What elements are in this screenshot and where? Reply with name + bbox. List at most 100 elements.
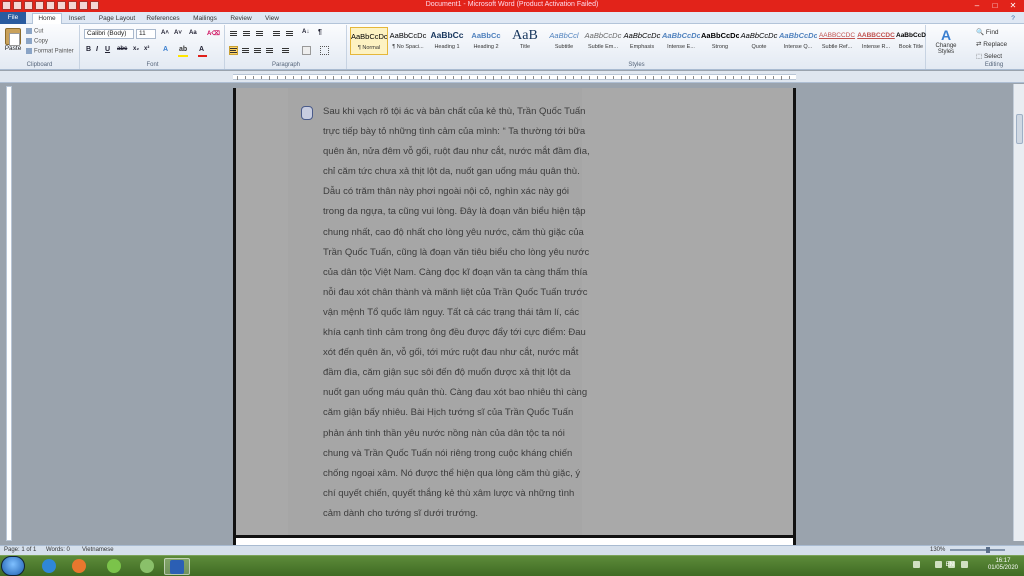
style-heading-2[interactable]: AaBbCc Heading 2 — [467, 27, 505, 55]
subscript-button[interactable]: x₂ — [133, 46, 139, 52]
sort-icon[interactable]: A↓ — [302, 29, 309, 35]
style-no-spacing[interactable]: AaBbCcDc ¶ No Spaci... — [389, 27, 427, 55]
ie-icon[interactable] — [36, 558, 62, 575]
clipboard-label: Clipboard — [26, 62, 53, 68]
replace-button[interactable]: ⇄ Replace — [976, 40, 1007, 48]
shrink-font-icon[interactable]: A˅ — [174, 30, 182, 36]
select-button[interactable]: ⬚ Select — [976, 52, 1002, 60]
vertical-scrollbar[interactable] — [1013, 84, 1024, 541]
copy-button[interactable]: Copy — [26, 38, 48, 45]
style-normal[interactable]: AaBbCcDc ¶ Normal — [350, 27, 388, 55]
clock[interactable]: 16:17 01/05/2020 — [988, 558, 1018, 572]
multilevel-list-icon[interactable] — [255, 29, 264, 38]
close-button[interactable]: ✕ — [1006, 1, 1020, 10]
italic-button[interactable]: I — [96, 46, 98, 53]
find-button[interactable]: 🔍 Find — [976, 28, 999, 36]
tab-mailings[interactable]: Mailings — [190, 14, 220, 24]
text-effects-icon[interactable]: A — [163, 46, 168, 53]
tab-references[interactable]: References — [145, 14, 181, 24]
text-line: Trần Quốc Tuấn, cũng là đoạn văn tiêu bi… — [323, 246, 590, 258]
underline-button[interactable]: U — [105, 46, 110, 53]
grow-font-icon[interactable]: A˄ — [161, 30, 169, 36]
borders-icon[interactable] — [320, 46, 329, 55]
increase-indent-icon[interactable] — [285, 29, 294, 38]
zoom-slider[interactable] — [950, 549, 1005, 551]
style-title[interactable]: AaB Title — [506, 27, 544, 55]
bold-button[interactable]: B — [86, 46, 91, 53]
font-size-select[interactable]: 11 — [136, 29, 156, 39]
superscript-button[interactable]: x² — [144, 46, 149, 52]
tab-review[interactable]: Review — [228, 14, 254, 24]
tray-arrow-icon[interactable] — [913, 561, 920, 568]
text-line: cảm dành cho tướng sĩ dưới trướng. — [323, 507, 479, 519]
minimize-button[interactable]: – — [970, 1, 984, 10]
decrease-indent-icon[interactable] — [272, 29, 281, 38]
numbering-icon[interactable] — [242, 29, 251, 38]
tab-page-layout[interactable]: Page Layout — [97, 14, 137, 24]
style-subtle-reference[interactable]: AABBCCDC Subtle Ref... — [818, 27, 856, 55]
inserted-text-image[interactable]: Sau khi vạch rõ tội ác và bản chất của k… — [288, 88, 590, 535]
zoom-slider-thumb[interactable] — [986, 547, 990, 553]
paste-button[interactable]: Paste — [4, 28, 22, 52]
horizontal-ruler[interactable] — [0, 71, 1024, 83]
help-icon[interactable]: ? — [1004, 14, 1022, 24]
change-case-icon[interactable]: Aa — [189, 30, 197, 36]
show-marks-icon[interactable]: ¶ — [318, 29, 322, 36]
cut-button[interactable]: Cut — [26, 28, 43, 35]
style-book-title[interactable]: AaBbCcDcBook Title — [896, 27, 926, 55]
shading-icon[interactable] — [302, 46, 311, 55]
style-quote[interactable]: AaBbCcDc Quote — [740, 27, 778, 55]
tab-insert[interactable]: Insert — [66, 14, 88, 24]
scroll-thumb[interactable] — [1016, 114, 1023, 144]
coccoc-icon[interactable] — [101, 558, 127, 575]
word-count[interactable]: Words: 0 — [46, 546, 70, 555]
strikethrough-button[interactable]: abc — [117, 46, 127, 52]
font-color-icon[interactable]: A — [199, 46, 204, 53]
maximize-button[interactable]: □ — [988, 1, 1002, 10]
word-taskbar-icon[interactable] — [164, 558, 190, 575]
bullets-icon[interactable] — [229, 29, 238, 38]
align-center-button[interactable] — [241, 46, 250, 55]
text-line: chí quyết chiến, quyết thắng kẻ thù xâm … — [323, 487, 575, 499]
tab-file[interactable]: File — [0, 12, 26, 24]
text-line: chung nhất, cao độ nhất cho lòng yêu nướ… — [323, 226, 584, 238]
vertical-ruler[interactable] — [6, 86, 12, 541]
clear-format-icon[interactable]: A⌫ — [207, 30, 220, 37]
style-emphasis[interactable]: AaBbCcDc Emphasis — [623, 27, 661, 55]
app-icon[interactable] — [134, 558, 160, 575]
style-subtle-emphasis[interactable]: AaBbCcDc Subtle Em... — [584, 27, 622, 55]
tray-network-icon[interactable] — [935, 561, 942, 568]
justify-button[interactable] — [265, 46, 274, 55]
language[interactable]: Vietnamese — [82, 546, 114, 555]
highlight-icon[interactable]: ab — [179, 46, 187, 53]
input-language[interactable]: EN — [946, 562, 954, 569]
font-name-select[interactable]: Calibri (Body) — [84, 29, 134, 39]
paragraph-group: A↓ ¶ Paragraph — [226, 25, 347, 69]
text-line: trong da ngựa, ta cũng vui lòng. Đây là … — [323, 206, 586, 218]
document-page[interactable]: Sau khi vạch rõ tội ác và bản chất của k… — [233, 88, 796, 535]
text-line: phản ánh tinh thần yêu nước nồng nàn của… — [323, 427, 565, 439]
style-intense-emphasis[interactable]: AaBbCcDc Intense E... — [662, 27, 700, 55]
line-spacing-icon[interactable] — [281, 46, 290, 55]
page-count[interactable]: Page: 1 of 1 — [4, 546, 36, 555]
firefox-icon[interactable] — [66, 558, 92, 575]
start-button[interactable] — [1, 556, 25, 576]
status-bar: Page: 1 of 1 Words: 0 Vietnamese 130% — [0, 545, 1024, 555]
zoom-level[interactable]: 130% — [930, 546, 945, 555]
align-right-button[interactable] — [253, 46, 262, 55]
style-subtitle[interactable]: AaBbCcl Subtitle — [545, 27, 583, 55]
change-styles-button[interactable]: A Change Styles — [930, 27, 962, 55]
style-heading-1[interactable]: AaBbCc Heading 1 — [428, 27, 466, 55]
text-line: quên ăn, nửa đêm vỗ gối, ruột đau như cắ… — [323, 146, 590, 158]
tab-view[interactable]: View — [262, 14, 282, 24]
ribbon-tabs: File Home Insert Page Layout References … — [0, 12, 1024, 25]
text-line: Dẫu có trăm thân này phơi ngoài nội cỏ, … — [323, 186, 569, 198]
align-left-button[interactable] — [229, 46, 238, 55]
format-painter-button[interactable]: Format Painter — [26, 48, 74, 55]
style-intense-quote[interactable]: AaBbCcDc Intense Q... — [779, 27, 817, 55]
style-strong[interactable]: AaBbCcDc Strong — [701, 27, 739, 55]
style-intense-reference[interactable]: AABBCCDC Intense R... — [857, 27, 895, 55]
tray-flag-icon[interactable] — [961, 561, 968, 568]
text-line: đầm đìa, căm giận sục sôi đến độ muốn đư… — [323, 367, 571, 379]
font-label: Font — [146, 62, 159, 68]
